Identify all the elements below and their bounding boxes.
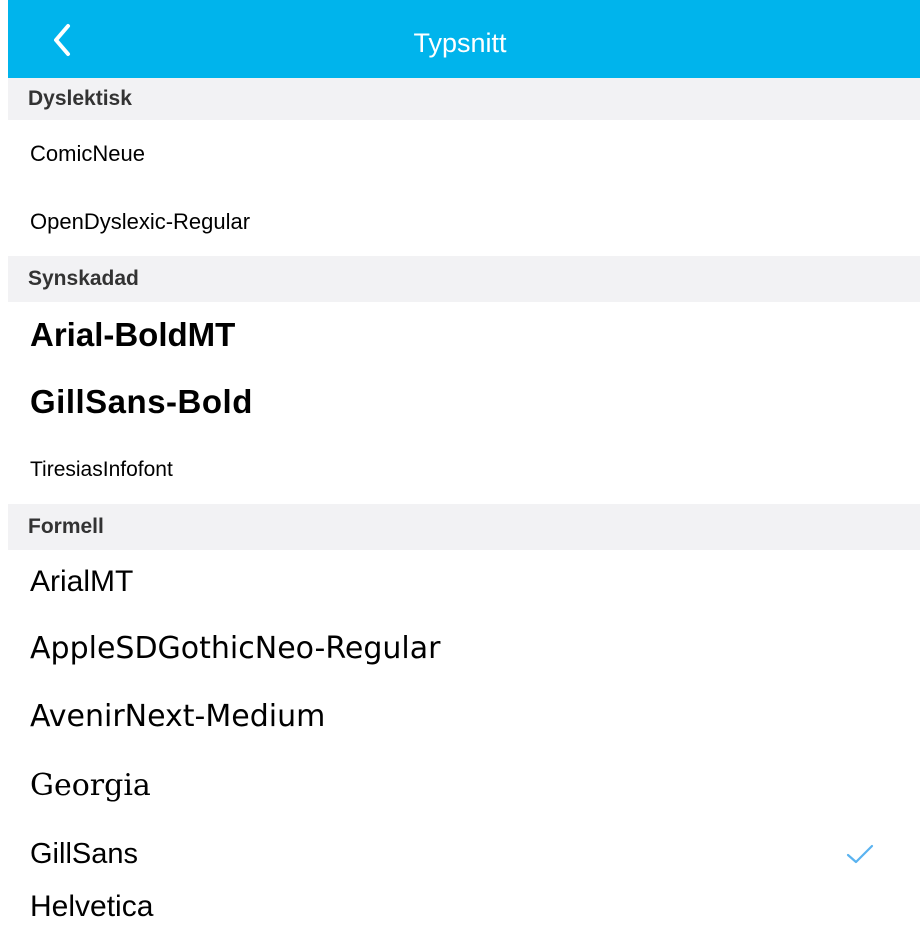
- font-option-label: Helvetica: [30, 890, 154, 923]
- font-option-label: Arial-BoldMT: [30, 316, 236, 353]
- font-option-opendyslexic[interactable]: OpenDyslexic-Regular: [8, 188, 920, 256]
- font-option-avenirnext[interactable]: AvenirNext-Medium: [8, 682, 920, 750]
- section-header-dyslektisk: Dyslektisk: [8, 78, 920, 120]
- font-option-applesdgothicneo[interactable]: AppleSDGothicNeo-Regular: [8, 614, 920, 682]
- font-option-label: ComicNeue: [30, 141, 145, 166]
- page-title: Typsnitt: [413, 27, 507, 58]
- font-option-label: TiresiasInfofont: [30, 458, 173, 481]
- font-option-arialmt[interactable]: ArialMT: [8, 550, 920, 614]
- font-option-label: AppleSDGothicNeo-Regular: [30, 630, 441, 666]
- font-option-arial-boldmt[interactable]: Arial-BoldMT: [8, 302, 920, 368]
- font-option-label: OpenDyslexic-Regular: [30, 209, 251, 234]
- checkmark-icon: [846, 844, 874, 864]
- section-header-synskadad: Synskadad: [8, 256, 920, 302]
- font-option-label: GillSans: [30, 837, 138, 870]
- font-option-label: ArialMT: [30, 565, 134, 598]
- font-option-gillsans-bold[interactable]: GillSans-Bold: [8, 368, 920, 436]
- font-option-label: AvenirNext-Medium: [30, 698, 326, 734]
- font-option-helvetica[interactable]: Helvetica: [8, 888, 920, 935]
- font-option-tiresias[interactable]: TiresiasInfofont: [8, 436, 920, 504]
- font-option-label: GillSans-Bold: [30, 383, 253, 420]
- font-option-label: Georgia: [30, 767, 151, 803]
- font-option-georgia[interactable]: Georgia: [8, 750, 920, 820]
- font-option-comicneue[interactable]: ComicNeue: [8, 120, 920, 188]
- font-option-gillsans[interactable]: GillSans: [8, 820, 920, 888]
- section-header-formell: Formell: [8, 504, 920, 550]
